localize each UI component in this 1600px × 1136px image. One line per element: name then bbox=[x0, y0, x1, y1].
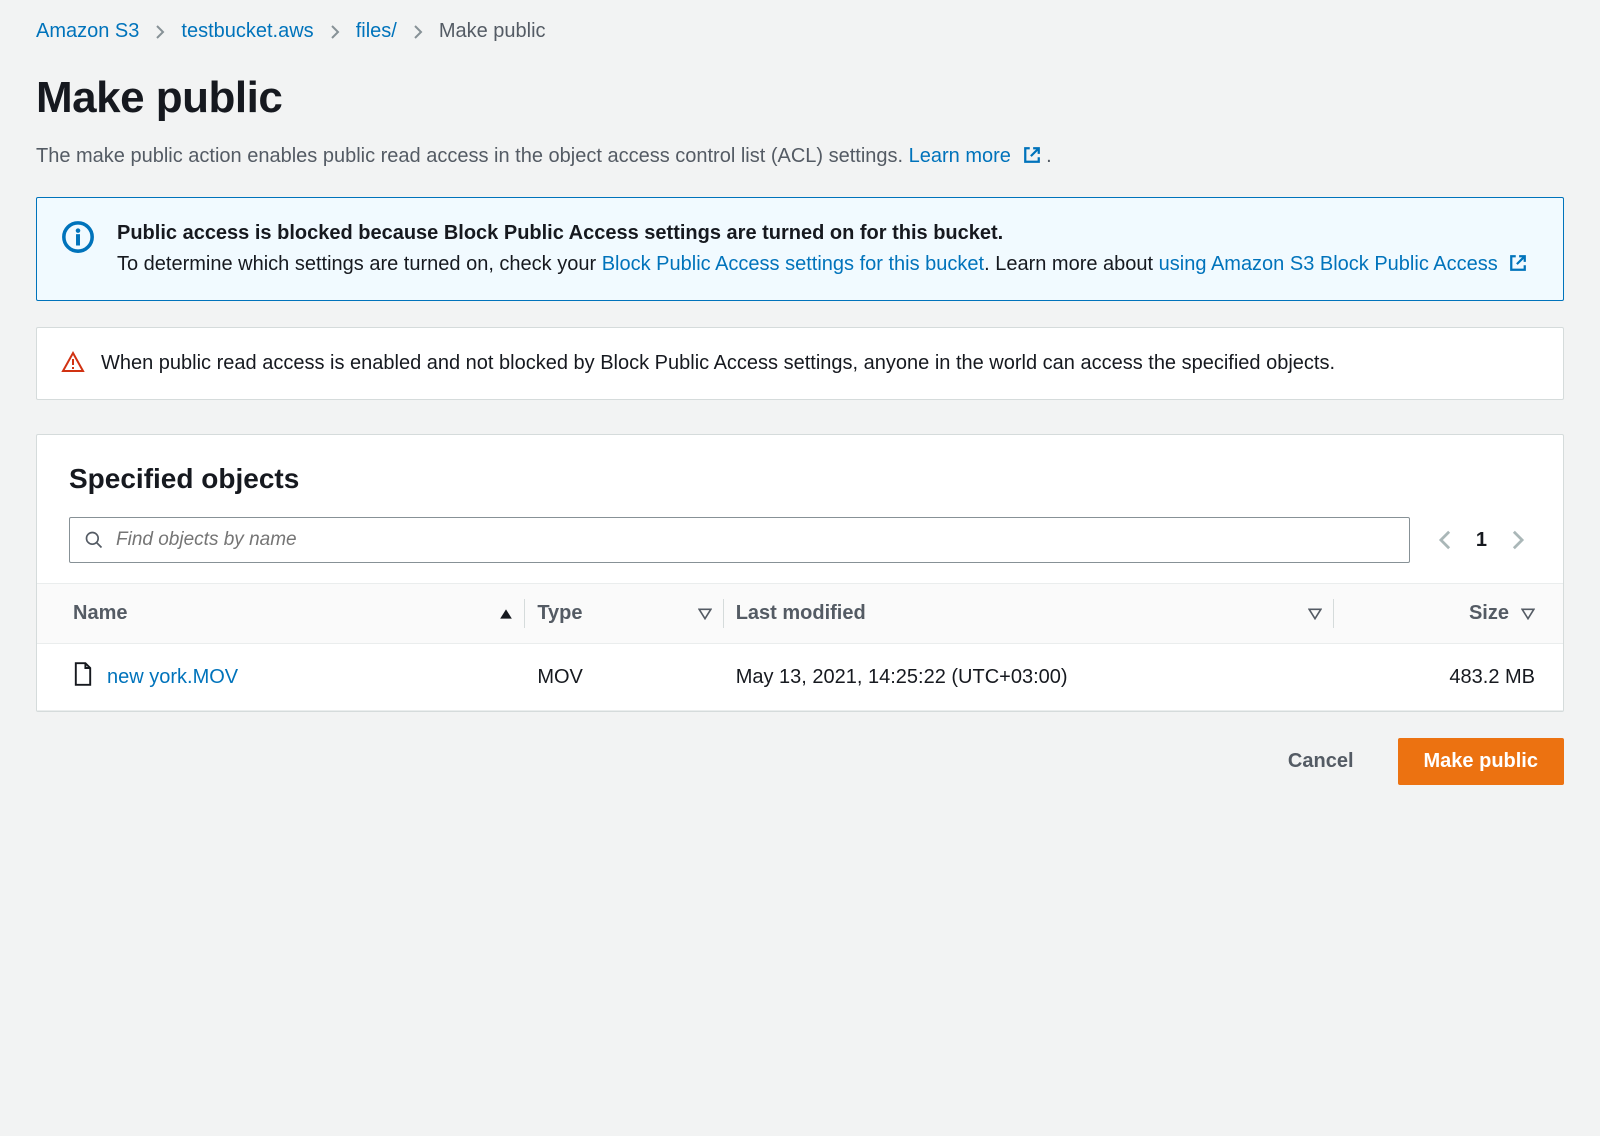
make-public-button[interactable]: Make public bbox=[1398, 738, 1564, 785]
page-description-text: The make public action enables public re… bbox=[36, 145, 909, 167]
using-block-public-access-link[interactable]: using Amazon S3 Block Public Access bbox=[1159, 253, 1528, 275]
info-alert: Public access is blocked because Block P… bbox=[36, 197, 1564, 301]
page-description: The make public action enables public re… bbox=[36, 141, 1564, 171]
pagination: 1 bbox=[1438, 529, 1531, 552]
object-name-link[interactable]: new york.MOV bbox=[107, 666, 238, 689]
column-header-name[interactable]: Name bbox=[37, 584, 525, 644]
chevron-right-icon bbox=[330, 24, 340, 40]
warning-alert: When public read access is enabled and n… bbox=[36, 327, 1564, 400]
external-link-icon bbox=[1023, 146, 1041, 164]
sort-asc-icon bbox=[499, 608, 513, 620]
pager-next-button[interactable] bbox=[1511, 529, 1525, 551]
breadcrumb-current: Make public bbox=[439, 20, 546, 43]
object-last-modified: May 13, 2021, 14:25:22 (UTC+03:00) bbox=[724, 644, 1334, 711]
table-header-row: Name Type Last bbox=[37, 584, 1563, 644]
warning-alert-text: When public read access is enabled and n… bbox=[101, 348, 1539, 379]
column-header-last-modified[interactable]: Last modified bbox=[724, 584, 1334, 644]
sort-icon bbox=[1308, 608, 1322, 620]
pager-current-page: 1 bbox=[1476, 529, 1487, 552]
info-alert-heading: Public access is blocked because Block P… bbox=[117, 218, 1539, 249]
object-type: MOV bbox=[525, 644, 723, 711]
specified-objects-heading: Specified objects bbox=[69, 463, 1531, 495]
chevron-right-icon bbox=[413, 24, 423, 40]
learn-more-link[interactable]: Learn more bbox=[909, 145, 1046, 167]
warning-icon bbox=[61, 348, 85, 379]
search-box[interactable] bbox=[69, 517, 1410, 563]
pager-prev-button[interactable] bbox=[1438, 529, 1452, 551]
page-title: Make public bbox=[36, 73, 1564, 123]
column-header-size[interactable]: Size bbox=[1334, 584, 1563, 644]
info-alert-body: To determine which settings are turned o… bbox=[117, 249, 1539, 280]
sort-icon bbox=[1521, 608, 1535, 620]
info-icon bbox=[61, 218, 95, 280]
breadcrumb: Amazon S3 testbucket.aws files/ Make pub… bbox=[36, 20, 1564, 43]
objects-table: Name Type Last bbox=[37, 583, 1563, 711]
block-public-access-settings-link[interactable]: Block Public Access settings for this bu… bbox=[602, 253, 984, 275]
file-icon bbox=[73, 662, 93, 692]
search-input[interactable] bbox=[116, 529, 1395, 551]
breadcrumb-link-bucket[interactable]: testbucket.aws bbox=[181, 20, 313, 43]
external-link-icon bbox=[1509, 254, 1527, 272]
sort-icon bbox=[698, 608, 712, 620]
chevron-right-icon bbox=[155, 24, 165, 40]
specified-objects-panel: Specified objects 1 Name bbox=[36, 434, 1564, 712]
search-icon bbox=[84, 530, 104, 550]
table-row: new york.MOV MOV May 13, 2021, 14:25:22 … bbox=[37, 644, 1563, 711]
breadcrumb-link-s3[interactable]: Amazon S3 bbox=[36, 20, 139, 43]
trailing-period: . bbox=[1046, 145, 1052, 167]
footer-actions: Cancel Make public bbox=[36, 738, 1564, 785]
column-header-type[interactable]: Type bbox=[525, 584, 723, 644]
object-size: 483.2 MB bbox=[1334, 644, 1563, 711]
cancel-button[interactable]: Cancel bbox=[1262, 738, 1380, 785]
breadcrumb-link-folder[interactable]: files/ bbox=[356, 20, 397, 43]
